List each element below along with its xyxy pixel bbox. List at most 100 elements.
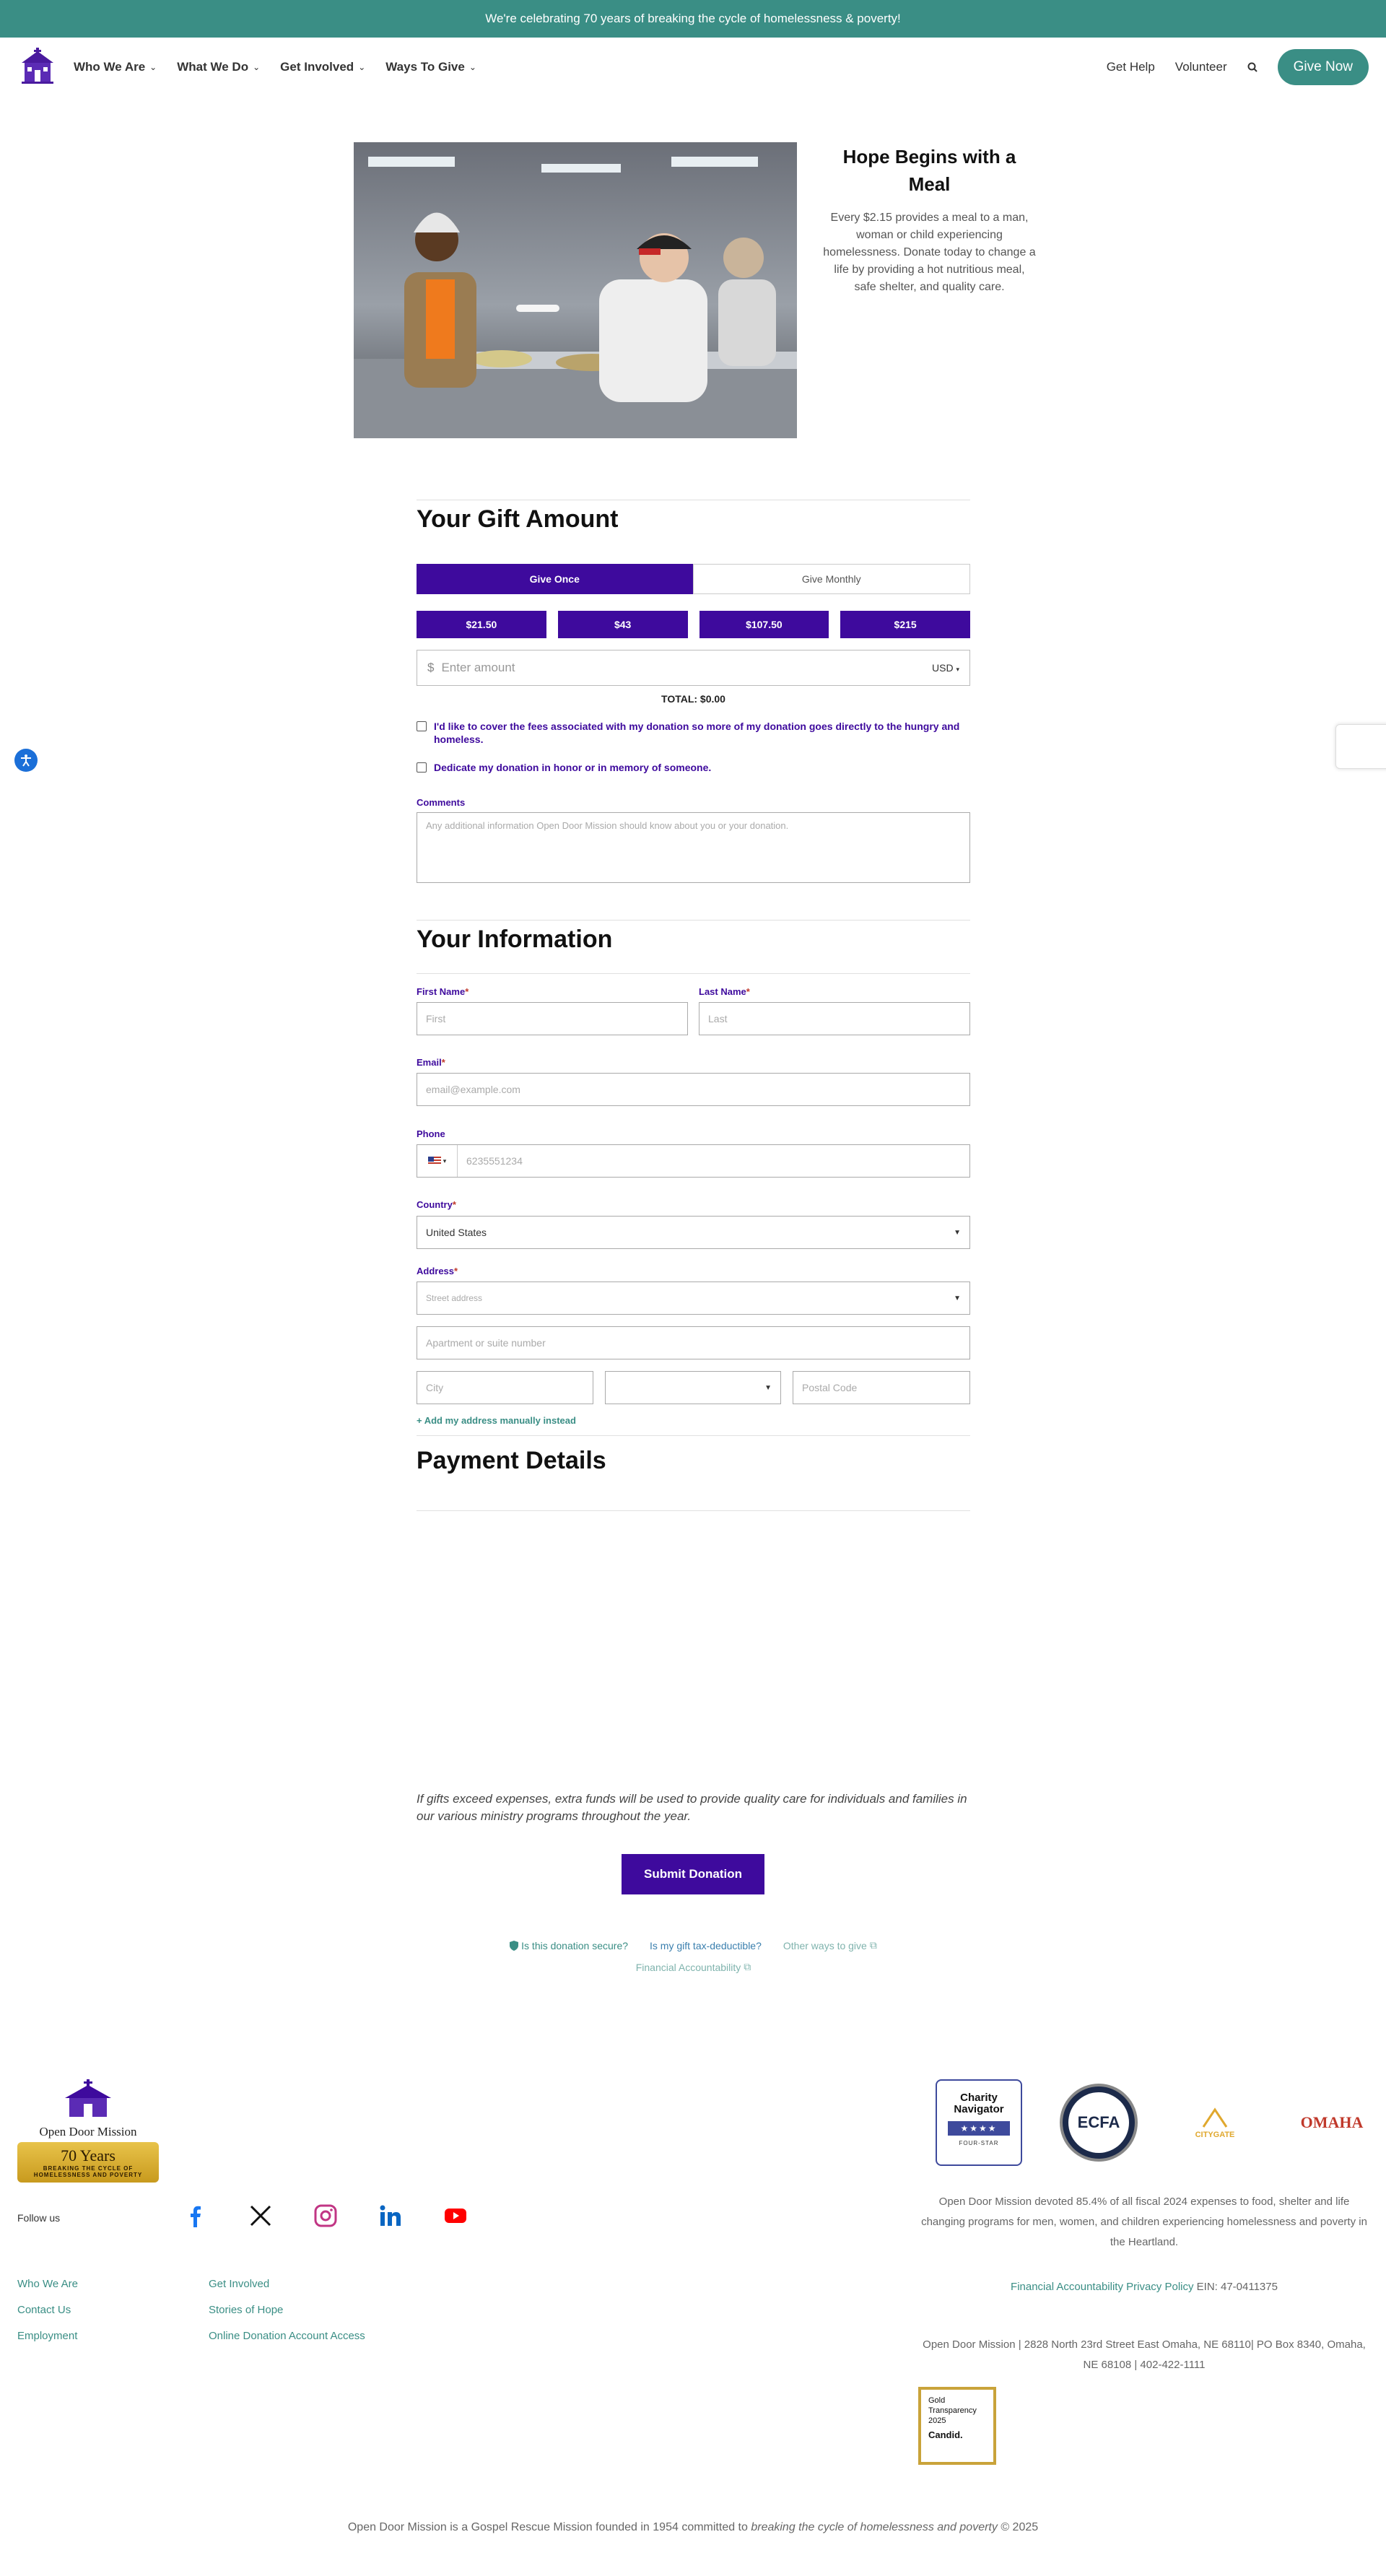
announcement-text: We're celebrating 70 years of breaking t… <box>485 12 901 25</box>
get-help-link[interactable]: Get Help <box>1107 60 1155 74</box>
phone-input[interactable]: ▾ 6235551234 <box>417 1144 970 1178</box>
amount-option-button[interactable]: $21.50 <box>417 611 546 638</box>
comments-field[interactable]: Any additional information Open Door Mis… <box>417 812 970 883</box>
last-name-label: Last Name* <box>699 986 750 997</box>
comments-placeholder: Any additional information Open Door Mis… <box>426 820 789 831</box>
four-star-rating-icon: ★★★★ <box>948 2121 1010 2136</box>
email-input[interactable]: email@example.com <box>417 1073 970 1106</box>
other-ways-link[interactable]: Other ways to give ⧉ <box>783 1939 877 1951</box>
mailing-address: Open Door Mission | 2828 North 23rd Stre… <box>923 2338 1366 2371</box>
cover-fees-checkbox[interactable] <box>417 721 427 731</box>
amount-option-button[interactable]: $215 <box>840 611 970 638</box>
currency-select[interactable]: USD ▾ <box>932 662 959 674</box>
footer-logo[interactable]: Open Door Mission 70 Years BREAKING THE … <box>16 2079 160 2183</box>
chevron-down-icon: ⌄ <box>149 62 157 72</box>
instagram-icon[interactable] <box>313 2203 338 2228</box>
amount-option-button[interactable]: $43 <box>557 611 688 638</box>
divider <box>417 1435 970 1436</box>
comments-label: Comments <box>417 797 466 808</box>
caret-down-icon: ▾ <box>956 666 959 673</box>
postal-code-input[interactable]: Postal Code <box>793 1371 970 1404</box>
submit-donation-button[interactable]: Submit Donation <box>622 1854 764 1894</box>
total-amount: TOTAL: $0.00 <box>661 693 725 705</box>
dedicate-option[interactable]: Dedicate my donation in honor or in memo… <box>417 761 970 774</box>
x-icon[interactable] <box>248 2203 273 2228</box>
omaha-label: OMAHA <box>1300 2113 1364 2131</box>
add-address-manually-link[interactable]: + Add my address manually instead <box>417 1415 576 1426</box>
dedicate-checkbox[interactable] <box>417 762 427 773</box>
last-name-input[interactable]: Last <box>699 1002 970 1035</box>
accessibility-icon[interactable] <box>14 749 38 772</box>
hero-body: Every $2.15 provides a meal to a man, wo… <box>823 212 1036 293</box>
candid-gold-seal[interactable]: Gold Transparency 2025 Candid. <box>918 2387 996 2465</box>
amount-placeholder: Enter amount <box>441 661 515 674</box>
side-panel-tab[interactable] <box>1335 724 1386 769</box>
ecfa-label: ECFA <box>1068 2092 1129 2153</box>
candid-line: 2025 <box>928 2416 946 2425</box>
cover-fees-label: I'd like to cover the fees associated wi… <box>434 721 960 745</box>
chevron-down-icon: ⌄ <box>468 62 476 72</box>
country-select[interactable]: United States ▼ <box>417 1216 970 1249</box>
social-links <box>183 2203 468 2228</box>
first-name-label: First Name* <box>417 986 469 997</box>
nav-get-involved[interactable]: Get Involved ⌄ <box>280 60 365 74</box>
nav-label: Ways To Give <box>385 60 465 74</box>
currency-symbol: $ <box>427 661 435 674</box>
volunteer-link[interactable]: Volunteer <box>1175 60 1227 74</box>
amount-input[interactable]: $ Enter amount USD ▾ <box>417 650 970 686</box>
footer-link-who-we-are[interactable]: Who We Are <box>17 2271 78 2297</box>
street-address-input[interactable]: Street address ▼ <box>417 1282 970 1315</box>
omaha-chamber-badge[interactable]: OMAHA <box>1292 2113 1372 2132</box>
apartment-placeholder: Apartment or suite number <box>426 1337 546 1349</box>
amount-option-button[interactable]: $107.50 <box>699 611 829 638</box>
charity-navigator-badge[interactable]: Charity Navigator ★★★★ FOUR-STAR <box>936 2079 1022 2166</box>
information-title: Your Information <box>417 926 613 953</box>
hero-title: Hope Begins with a Meal <box>842 146 1016 195</box>
postal-placeholder: Postal Code <box>802 1382 858 1393</box>
hero-text: Hope Begins with a Meal Every $2.15 prov… <box>823 143 1036 296</box>
linkedin-icon[interactable] <box>378 2203 403 2228</box>
chevron-down-icon: ⌄ <box>253 62 261 72</box>
nav-ways-to-give[interactable]: Ways To Give ⌄ <box>385 60 476 74</box>
footer-link-employment[interactable]: Employment <box>17 2323 78 2349</box>
give-once-button[interactable]: Give Once <box>417 564 693 594</box>
gift-amount-title: Your Gift Amount <box>417 505 619 533</box>
give-monthly-button[interactable]: Give Monthly <box>692 564 970 594</box>
nav-who-we-are[interactable]: Who We Are ⌄ <box>74 60 157 74</box>
country-label: Country* <box>417 1199 456 1210</box>
accountability-line: Financial Accountability Privacy Policy … <box>917 2277 1372 2297</box>
citygate-badge[interactable]: CITYGATE <box>1175 2107 1255 2139</box>
nav-label: Who We Are <box>74 60 146 74</box>
state-select[interactable]: ▼ <box>605 1371 781 1404</box>
apartment-input[interactable]: Apartment or suite number <box>417 1326 970 1359</box>
financial-accountability-link[interactable]: Financial Accountability ⧉ <box>636 1961 751 1973</box>
footer-link-stories-of-hope[interactable]: Stories of Hope <box>209 2297 365 2323</box>
accreditation-badges: Charity Navigator ★★★★ FOUR-STAR ECFA CI… <box>936 2079 1372 2166</box>
frequency-toggle: Give Once Give Monthly <box>417 564 970 594</box>
city-input[interactable]: City <box>417 1371 593 1404</box>
donation-secure-link[interactable]: Is this donation secure? <box>510 1939 628 1951</box>
nav-what-we-do[interactable]: What We Do ⌄ <box>177 60 260 74</box>
phone-label: Phone <box>417 1128 445 1139</box>
tax-deductible-link[interactable]: Is my gift tax-deductible? <box>650 1939 762 1951</box>
seventy-years-ribbon: 70 Years BREAKING THE CYCLE OF HOMELESSN… <box>17 2142 159 2183</box>
logo-tagline: BREAKING THE CYCLE OF HOMELESSNESS AND P… <box>33 2165 143 2178</box>
chevron-down-icon: ⌄ <box>358 62 366 72</box>
ecfa-badge[interactable]: ECFA <box>1060 2084 1138 2162</box>
youtube-icon[interactable] <box>443 2203 468 2228</box>
footer-link-get-involved[interactable]: Get Involved <box>209 2271 365 2297</box>
main-nav: Who We Are ⌄ What We Do ⌄ Get Involved ⌄ Wa… <box>74 60 476 74</box>
footer-privacy-link[interactable]: Privacy Policy <box>1126 2281 1193 2293</box>
header-actions: Get Help Volunteer Give Now <box>1107 49 1369 85</box>
footer-links-col2: Get Involved Stories of Hope Online Dona… <box>209 2271 365 2349</box>
facebook-icon[interactable] <box>183 2203 208 2228</box>
footer-financial-accountability-link[interactable]: Financial Accountability <box>1011 2281 1123 2293</box>
first-name-input[interactable]: First <box>417 1002 688 1035</box>
site-logo[interactable] <box>17 47 58 87</box>
footer-link-contact-us[interactable]: Contact Us <box>17 2297 78 2323</box>
footer-link-donation-account[interactable]: Online Donation Account Access <box>209 2323 365 2349</box>
country-code-select[interactable]: ▾ <box>417 1145 458 1177</box>
search-icon[interactable] <box>1247 62 1258 72</box>
give-now-button[interactable]: Give Now <box>1277 49 1369 85</box>
cover-fees-option[interactable]: I'd like to cover the fees associated wi… <box>417 720 970 746</box>
